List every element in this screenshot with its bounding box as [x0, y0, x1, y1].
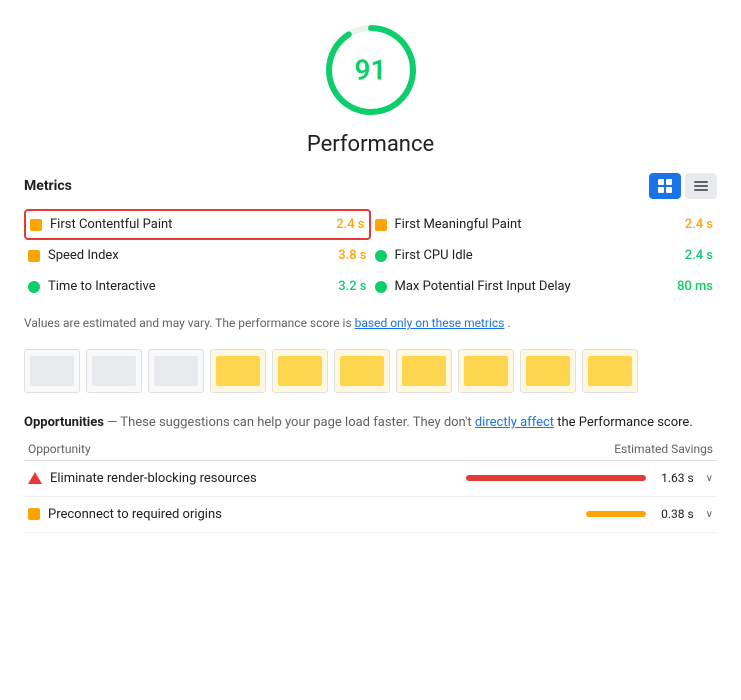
metric-name-fid: Max Potential First Input Delay [395, 279, 669, 294]
score-circle: 91 [321, 20, 421, 120]
opportunities-dash: — These suggestions can help your page l… [107, 415, 475, 430]
grid-icon [657, 178, 673, 194]
thumbnail-item [582, 349, 638, 393]
opportunities-end: the Performance score. [557, 415, 693, 430]
opportunities-link[interactable]: directly affect [475, 415, 554, 430]
opp-value-render-blocking: 1.63 s [654, 471, 694, 485]
thumb-image [464, 356, 507, 385]
metric-dot-fmp [375, 219, 387, 231]
metric-max-fid: Max Potential First Input Delay 80 ms [371, 271, 718, 302]
metric-dot-fid [375, 281, 387, 293]
list-view-button[interactable] [685, 173, 717, 199]
metric-first-meaningful-paint: First Meaningful Paint 2.4 s [371, 209, 718, 240]
metric-dot-tti [28, 281, 40, 293]
metric-name-fci: First CPU Idle [395, 248, 677, 263]
metric-first-contentful-paint: First Contentful Paint 2.4 s [24, 209, 371, 240]
thumbnail-item [520, 349, 576, 393]
opp-value-preconnect: 0.38 s [654, 507, 694, 521]
metric-value-fcp: 2.4 s [336, 217, 364, 232]
thumbnail-item [210, 349, 266, 393]
list-icon [693, 178, 709, 194]
thumb-image [402, 356, 445, 385]
disclaimer-link[interactable]: based only on these metrics [355, 316, 505, 330]
metric-speed-index: Speed Index 3.8 s [24, 240, 371, 271]
thumb-image [92, 356, 135, 385]
expand-chevron-render-blocking[interactable]: ∨ [706, 473, 713, 484]
grid-view-button[interactable] [649, 173, 681, 199]
thumbnail-item [86, 349, 142, 393]
opp-bar-preconnect [586, 511, 646, 517]
opportunity-row-preconnect[interactable]: Preconnect to required origins 0.38 s ∨ [24, 497, 717, 533]
opp-col-opportunity: Opportunity [28, 442, 91, 456]
metrics-title: Metrics [24, 178, 72, 194]
disclaimer-text-after: . [507, 316, 510, 330]
metric-value-tti: 3.2 s [338, 279, 366, 294]
metric-value-fid: 80 ms [677, 279, 713, 294]
metric-dot-si [28, 250, 40, 262]
disclaimer: Values are estimated and may vary. The p… [24, 314, 717, 333]
thumbnail-item [272, 349, 328, 393]
metric-name-si: Speed Index [48, 248, 330, 263]
thumbnail-item [24, 349, 80, 393]
thumbnail-item [334, 349, 390, 393]
metric-value-fci: 2.4 s [685, 248, 713, 263]
opp-name-render-blocking: Eliminate render-blocking resources [50, 471, 458, 486]
square-orange-icon [28, 508, 40, 520]
thumbnail-item [396, 349, 452, 393]
opp-col-savings: Estimated Savings [614, 442, 713, 456]
metric-value-si: 3.8 s [338, 248, 366, 263]
thumbnails-strip [24, 345, 717, 397]
disclaimer-text-before: Values are estimated and may vary. The p… [24, 316, 355, 330]
opportunities-title: Opportunities [24, 415, 104, 430]
metric-first-cpu-idle: First CPU Idle 2.4 s [371, 240, 718, 271]
thumb-image [30, 356, 73, 385]
thumbnail-item [458, 349, 514, 393]
metrics-header: Metrics [24, 173, 717, 199]
view-toggle [649, 173, 717, 199]
opp-bar-container-preconnect: 0.38 s ∨ [586, 507, 713, 521]
metric-name-fcp: First Contentful Paint [50, 217, 328, 232]
metric-name-fmp: First Meaningful Paint [395, 217, 677, 232]
score-value: 91 [355, 54, 387, 87]
opportunities-table-header: Opportunity Estimated Savings [24, 434, 717, 461]
thumb-image [588, 356, 631, 385]
metric-value-fmp: 2.4 s [685, 217, 713, 232]
opportunity-row-render-blocking[interactable]: Eliminate render-blocking resources 1.63… [24, 461, 717, 497]
thumb-image [216, 356, 259, 385]
triangle-red-icon [28, 472, 42, 484]
thumbnail-item [148, 349, 204, 393]
metric-dot-fci [375, 250, 387, 262]
opportunities-header: Opportunities — These suggestions can he… [24, 413, 717, 434]
thumb-image [526, 356, 569, 385]
metric-time-to-interactive: Time to Interactive 3.2 s [24, 271, 371, 302]
thumb-image [340, 356, 383, 385]
metric-dot-orange [30, 219, 42, 231]
metric-name-tti: Time to Interactive [48, 279, 330, 294]
opp-bar-render-blocking [466, 475, 646, 481]
performance-label: Performance [307, 132, 434, 157]
opp-bar-container: 1.63 s ∨ [466, 471, 713, 485]
thumb-image [278, 356, 321, 385]
metrics-grid: First Contentful Paint 2.4 s First Meani… [24, 209, 717, 302]
expand-chevron-preconnect[interactable]: ∨ [706, 509, 713, 520]
opp-name-preconnect: Preconnect to required origins [48, 507, 578, 522]
thumb-image [154, 356, 197, 385]
score-section: 91 Performance [24, 20, 717, 157]
